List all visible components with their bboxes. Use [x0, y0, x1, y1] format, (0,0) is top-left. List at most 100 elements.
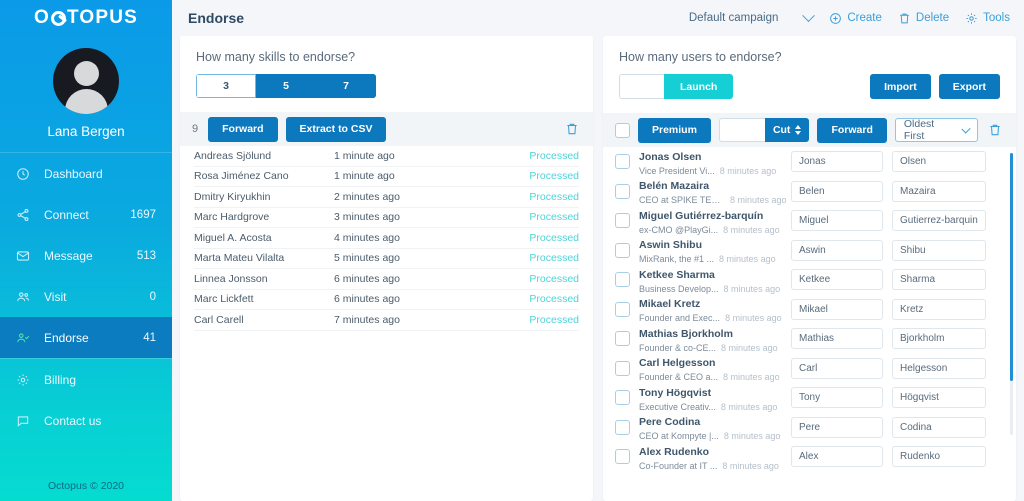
last-name-input[interactable]: [892, 210, 986, 231]
list-item[interactable]: Carl Helgesson Founder & CEO a... 8 minu…: [615, 354, 1016, 384]
export-button[interactable]: Export: [939, 74, 1000, 99]
brand-logo[interactable]: O TOPUS: [0, 0, 172, 36]
row-name: Marc Hardgrove: [194, 211, 334, 223]
first-name-input[interactable]: [791, 151, 883, 172]
forward-button[interactable]: Forward: [208, 117, 277, 142]
row-checkbox[interactable]: [615, 420, 630, 435]
row-checkbox[interactable]: [615, 243, 630, 258]
person-name: Carl Helgesson: [639, 357, 715, 369]
row-time: 1 minute ago: [334, 150, 529, 162]
last-name-input[interactable]: [892, 446, 986, 467]
delete-button[interactable]: Delete: [898, 12, 949, 25]
table-row[interactable]: Dmitry Kiryukhin 2 minutes ago Processed: [194, 187, 579, 208]
person-meta: MixRank, the #1 ... 8 minutes ago: [639, 253, 791, 265]
last-name-input[interactable]: [892, 417, 986, 438]
users-delete-button[interactable]: [988, 123, 1002, 137]
cut-label: Cut: [773, 124, 791, 136]
select-all-checkbox[interactable]: [615, 123, 630, 138]
person-meta: Co-Founder at IT ... 8 minutes ago: [639, 460, 791, 472]
row-checkbox[interactable]: [615, 449, 630, 464]
person-info: Miguel Gutiérrez-barquín ex-CMO @PlayGi.…: [639, 206, 791, 236]
first-name-input[interactable]: [791, 417, 883, 438]
table-row[interactable]: Marc Hardgrove 3 minutes ago Processed: [194, 208, 579, 229]
sort-select[interactable]: Oldest First: [895, 118, 978, 142]
table-row[interactable]: Rosa Jiménez Cano 1 minute ago Processed: [194, 167, 579, 188]
person-name: Alex Rudenko: [639, 446, 709, 458]
row-checkbox[interactable]: [615, 302, 630, 317]
skill-option-7[interactable]: 7: [316, 74, 376, 98]
first-name-input[interactable]: [791, 299, 883, 320]
scrollbar-thumb[interactable]: [1010, 153, 1013, 381]
sidebar-item-message[interactable]: Message 513: [0, 235, 172, 276]
row-checkbox[interactable]: [615, 331, 630, 346]
panels: How many skills to endorse? 3 5 7 9 Forw…: [172, 36, 1024, 501]
table-row[interactable]: Andreas Sjölund 1 minute ago Processed: [194, 146, 579, 167]
cut-input[interactable]: [719, 118, 765, 142]
last-name-input[interactable]: [892, 299, 986, 320]
premium-button[interactable]: Premium: [638, 118, 711, 143]
sidebar-item-connect[interactable]: Connect 1697: [0, 194, 172, 235]
delete-label: Delete: [916, 12, 949, 24]
list-item[interactable]: Pere Codina CEO at Kompyte |... 8 minute…: [615, 413, 1016, 443]
campaign-selector[interactable]: Default campaign: [689, 12, 814, 24]
last-name-input[interactable]: [892, 240, 986, 261]
users-forward-button[interactable]: Forward: [817, 118, 886, 143]
person-meta: Executive Creativ... 8 minutes ago: [639, 401, 791, 413]
create-button[interactable]: Create: [829, 12, 882, 25]
list-item[interactable]: Belén Mazaira CEO at SPIKE TEC... 8 minu…: [615, 177, 1016, 207]
sidebar-item-billing[interactable]: Billing: [0, 359, 172, 400]
table-row[interactable]: Marc Lickfett 6 minutes ago Processed: [194, 290, 579, 311]
list-item[interactable]: Jonas Olsen Vice President Vi... 8 minut…: [615, 147, 1016, 177]
last-name-input[interactable]: [892, 358, 986, 379]
tools-button[interactable]: Tools: [965, 12, 1010, 25]
avatar[interactable]: [53, 48, 119, 114]
sidebar-item-endorse[interactable]: Endorse 41: [0, 317, 172, 358]
import-button[interactable]: Import: [870, 74, 931, 99]
last-name-input[interactable]: [892, 328, 986, 349]
sidebar-item-visit[interactable]: Visit 0: [0, 276, 172, 317]
first-name-input[interactable]: [791, 358, 883, 379]
last-name-input[interactable]: [892, 269, 986, 290]
row-checkbox[interactable]: [615, 184, 630, 199]
table-row[interactable]: Carl Carell 7 minutes ago Processed: [194, 310, 579, 331]
list-item[interactable]: Aswin Shibu MixRank, the #1 ... 8 minute…: [615, 236, 1016, 266]
row-checkbox[interactable]: [615, 272, 630, 287]
first-name-input[interactable]: [791, 181, 883, 202]
skills-delete-button[interactable]: [565, 122, 579, 136]
row-checkbox[interactable]: [615, 154, 630, 169]
first-name-input[interactable]: [791, 240, 883, 261]
list-item[interactable]: Alex Rudenko Co-Founder at IT ... 8 minu…: [615, 442, 1016, 472]
row-checkbox[interactable]: [615, 213, 630, 228]
person-name: Pere Codina: [639, 416, 700, 428]
users-count-input[interactable]: [619, 74, 664, 99]
skill-option-5[interactable]: 5: [256, 74, 316, 98]
first-name-input[interactable]: [791, 446, 883, 467]
list-item[interactable]: Mikael Kretz Founder and Exec... 8 minut…: [615, 295, 1016, 325]
list-item[interactable]: Tony Högqvist Executive Creativ... 8 min…: [615, 383, 1016, 413]
row-checkbox[interactable]: [615, 390, 630, 405]
table-row[interactable]: Miguel A. Acosta 4 minutes ago Processed: [194, 228, 579, 249]
launch-button[interactable]: Launch: [664, 74, 733, 99]
first-name-input[interactable]: [791, 269, 883, 290]
list-item[interactable]: Mathias Bjorkholm Founder & co-CE... 8 m…: [615, 324, 1016, 354]
sidebar-item-contact-us[interactable]: Contact us: [0, 400, 172, 441]
last-name-input[interactable]: [892, 151, 986, 172]
row-checkbox[interactable]: [615, 361, 630, 376]
person-title: CEO at Kompyte |...: [639, 430, 719, 442]
list-item[interactable]: Ketkee Sharma Business Develop... 8 minu…: [615, 265, 1016, 295]
table-row[interactable]: Linnea Jonsson 6 minutes ago Processed: [194, 269, 579, 290]
last-name-input[interactable]: [892, 181, 986, 202]
first-name-input[interactable]: [791, 387, 883, 408]
last-name-input[interactable]: [892, 387, 986, 408]
skill-option-3[interactable]: 3: [196, 74, 256, 98]
list-item[interactable]: Miguel Gutiérrez-barquín ex-CMO @PlayGi.…: [615, 206, 1016, 236]
sidebar-item-dashboard[interactable]: Dashboard: [0, 153, 172, 194]
cut-button[interactable]: Cut: [765, 118, 810, 142]
table-row[interactable]: Marta Mateu Vilalta 5 minutes ago Proces…: [194, 249, 579, 270]
row-time: 6 minutes ago: [334, 293, 529, 305]
first-name-input[interactable]: [791, 328, 883, 349]
spinner-icon[interactable]: [795, 125, 801, 135]
scrollbar-track[interactable]: [1010, 153, 1013, 435]
extract-csv-button[interactable]: Extract to CSV: [286, 117, 387, 142]
first-name-input[interactable]: [791, 210, 883, 231]
